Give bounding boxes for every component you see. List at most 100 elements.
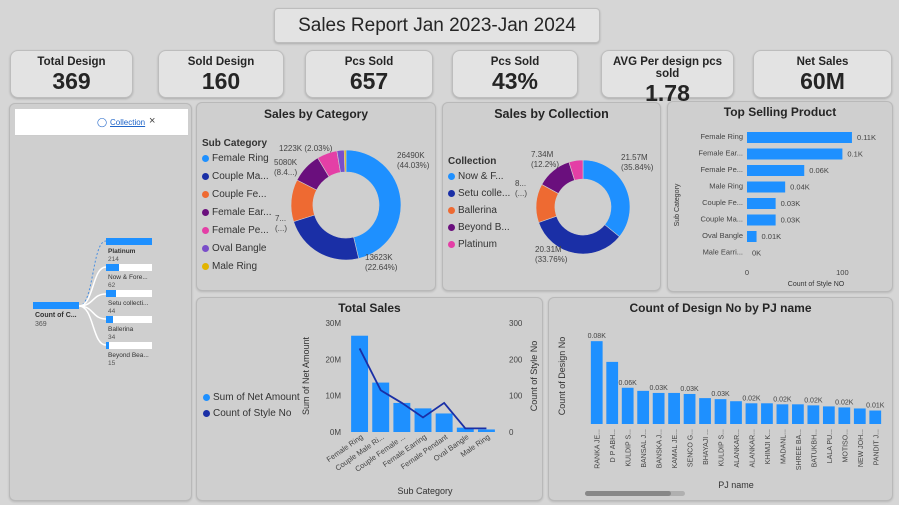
category-label: Female Ear... — [698, 149, 743, 158]
decomp-node-value: 62 — [108, 282, 116, 289]
bar[interactable] — [747, 132, 852, 143]
legend-item[interactable]: Platinum — [448, 239, 497, 250]
legend-item[interactable]: Female Ring — [202, 153, 269, 164]
legend-label: Platinum — [458, 239, 497, 250]
decomp-node-bar[interactable] — [106, 238, 152, 245]
bar[interactable] — [435, 413, 453, 432]
category-label: MOTISO... — [842, 429, 849, 463]
kpi-value: 43% — [491, 68, 539, 94]
bar[interactable] — [621, 387, 634, 424]
decomp-node-bar[interactable] — [106, 264, 152, 271]
legend-item[interactable]: Setu colle... — [448, 188, 510, 199]
legend-item[interactable]: Ballerina — [448, 205, 497, 216]
bar[interactable] — [637, 390, 650, 424]
bar[interactable] — [747, 214, 776, 226]
legend-marker — [202, 190, 209, 198]
legend-item[interactable]: Count of Style No — [203, 408, 291, 419]
decomp-node-fill — [106, 316, 114, 323]
bar[interactable] — [838, 407, 851, 424]
kpi-net-sales[interactable]: Net Sales 60M — [753, 50, 892, 98]
bar[interactable] — [652, 392, 665, 424]
bar[interactable] — [714, 399, 727, 424]
data-label: 0.06K — [619, 380, 638, 387]
legend-item[interactable]: Male Ring — [202, 261, 257, 272]
data-label: 0.01K — [866, 403, 885, 410]
data-label: 1223K (2.03%) — [279, 144, 333, 153]
decomp-root-bar[interactable] — [33, 302, 79, 309]
decomp-node-value: 214 — [108, 256, 119, 263]
legend-item[interactable]: Couple Fe... — [202, 189, 266, 200]
bar[interactable] — [747, 198, 776, 209]
decomp-node-label: Ballerina — [108, 326, 134, 333]
data-label: 0.02K — [835, 399, 854, 406]
top-selling-product-panel[interactable]: Top Selling Product Sub Category Female R… — [667, 101, 893, 292]
y-tick-label: 0M — [330, 428, 341, 437]
axis-title: Sum of Net Amount — [301, 336, 311, 415]
sales-by-collection-panel[interactable]: Sales by Collection Collection 21.57M (3… — [442, 102, 661, 291]
decomp-node-label: Now & Fore... — [108, 274, 148, 281]
legend-item[interactable]: Oval Bangle — [202, 243, 266, 254]
scrollbar-thumb[interactable] — [585, 491, 671, 496]
kpi-avg-per-design[interactable]: AVG Per design pcs sold 1.78 — [601, 50, 734, 106]
legend-label: Setu colle... — [458, 188, 511, 199]
category-label: RANKA JE... — [595, 429, 602, 469]
kpi-total-design[interactable]: Total Design 369 — [10, 50, 133, 98]
bar[interactable] — [590, 341, 603, 424]
legend-item[interactable]: Couple Ma... — [202, 171, 269, 182]
data-label: 20.31M (33.76%) — [535, 245, 568, 264]
bar[interactable] — [747, 181, 786, 193]
y-tick-label: 10M — [325, 392, 341, 401]
kpi-sold-design[interactable]: Sold Design 160 — [158, 50, 284, 98]
data-label: 26490K (44.03%) — [397, 151, 430, 170]
sales-by-category-panel[interactable]: Sales by Category Sub Category 26490K (4… — [196, 102, 436, 291]
bar[interactable] — [747, 231, 757, 242]
bar[interactable] — [853, 408, 866, 424]
pj-count-panel[interactable]: Count of Design No by PJ name Count of D… — [548, 297, 893, 501]
bar[interactable] — [477, 429, 495, 432]
kpi-value: 369 — [52, 68, 91, 94]
bar[interactable] — [683, 393, 696, 424]
top-selling-bar-chart[interactable]: Sub Category Female Ring 0.11K Female Ear..… — [668, 102, 894, 293]
decomp-node-value: 34 — [108, 334, 116, 341]
decomp-node-label: Setu collecti... — [108, 300, 149, 307]
data-label: 13623K (22.64%) — [365, 253, 398, 272]
bar[interactable] — [761, 403, 773, 424]
decomp-node-bar[interactable] — [106, 316, 152, 323]
bar[interactable] — [822, 406, 835, 424]
pj-count-bar-chart[interactable]: Count of Design No 0.08K RANKA JE... D P AB… — [549, 298, 894, 502]
decomp-node-bar[interactable] — [106, 342, 152, 349]
kpi-label: Sold Design — [187, 56, 255, 68]
kpi-pcs-sold[interactable]: Pcs Sold 657 — [305, 50, 433, 98]
bar[interactable] — [414, 408, 432, 432]
bar[interactable] — [776, 404, 789, 424]
legend-marker — [202, 262, 209, 270]
legend-item[interactable]: Beyond B... — [448, 222, 510, 233]
decomposition-tree-panel[interactable]: ◯ Collection × Count of C... 369 Platinu… — [9, 103, 192, 501]
bar[interactable] — [792, 404, 804, 424]
bar[interactable] — [747, 148, 843, 160]
data-label: 0.03K — [680, 386, 699, 393]
kpi-pcs-sold-percent[interactable]: Pcs Sold 43% — [452, 50, 578, 98]
bar[interactable] — [699, 398, 711, 424]
bar[interactable] — [747, 165, 805, 176]
legend-item[interactable]: Sum of Net Amount — [203, 392, 300, 403]
decomp-root-label: Count of C... — [35, 312, 77, 319]
bar[interactable] — [668, 392, 680, 424]
axis-title: PJ name — [718, 480, 754, 490]
legend-item[interactable]: Now & F... — [448, 171, 504, 182]
donut-slice[interactable] — [293, 214, 360, 261]
horizontal-scrollbar[interactable] — [585, 491, 685, 496]
total-sales-panel[interactable]: Total Sales 0M 10M 20M 30M 0 100 200 300 Sum of … — [196, 297, 543, 501]
bar[interactable] — [807, 405, 820, 424]
bar[interactable] — [745, 403, 758, 424]
bar[interactable] — [606, 361, 619, 424]
legend-label: Couple Ma... — [212, 171, 269, 182]
decomp-node-bar[interactable] — [106, 290, 152, 297]
category-label: PANDIT J... — [873, 429, 880, 465]
data-label: 0.03K — [781, 199, 801, 208]
bar[interactable] — [730, 401, 742, 424]
bar[interactable] — [869, 410, 882, 424]
legend-marker — [202, 226, 209, 234]
legend-item[interactable]: Female Pe... — [202, 225, 269, 236]
legend-item[interactable]: Female Ear... — [202, 207, 271, 218]
